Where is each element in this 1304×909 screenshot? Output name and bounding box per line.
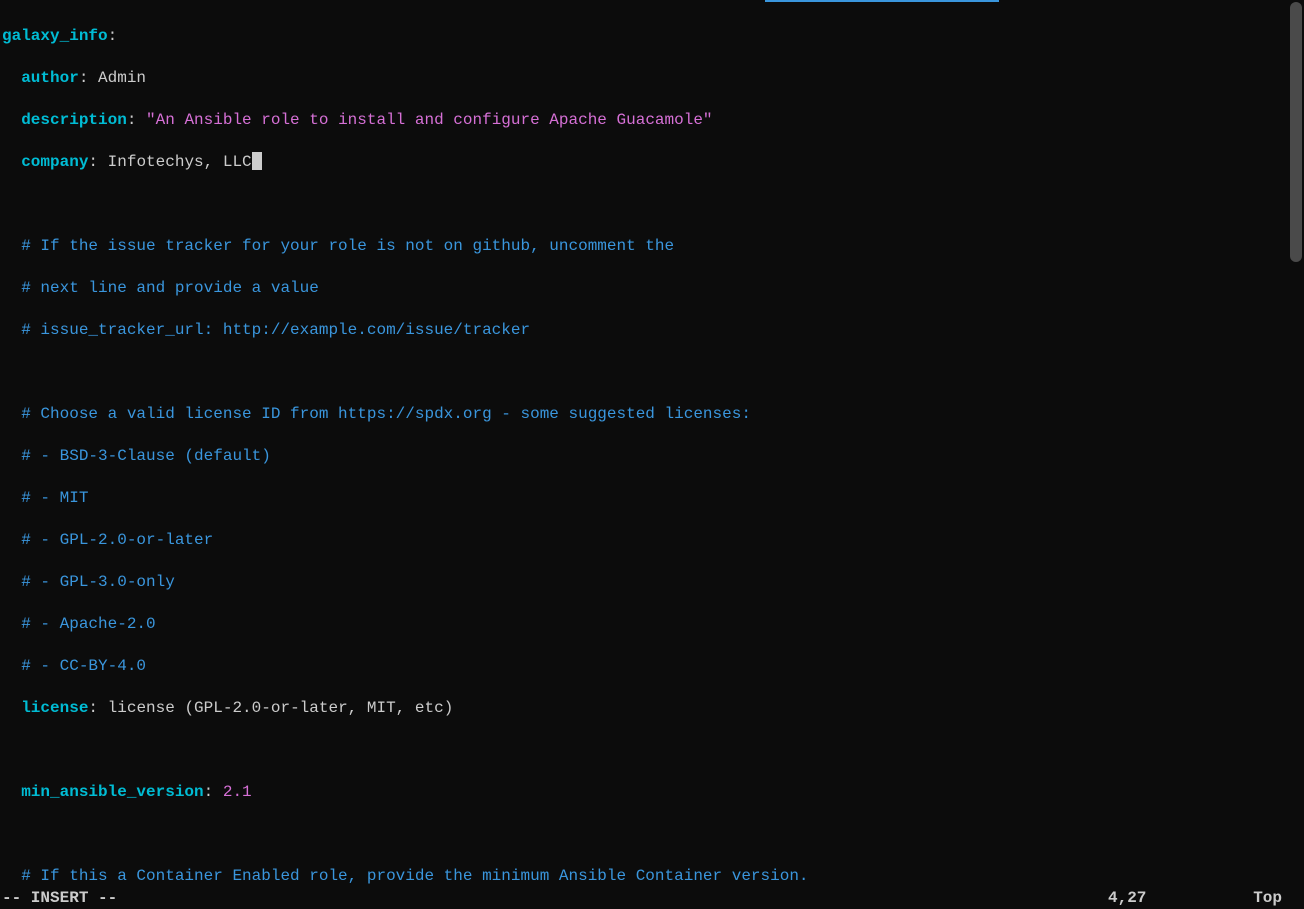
comment-line: # - GPL-3.0-only <box>0 572 1288 593</box>
blank-line <box>0 194 1288 215</box>
blank-line <box>0 824 1288 845</box>
code-line-cursor: company: Infotechys, LLC <box>0 152 1288 173</box>
blank-line <box>0 740 1288 761</box>
vertical-scrollbar[interactable] <box>1288 0 1304 909</box>
comment-line: # - GPL-2.0-or-later <box>0 530 1288 551</box>
text-cursor <box>252 152 262 170</box>
code-line: galaxy_info: <box>0 26 1288 47</box>
vim-status-bar: -- INSERT -- 4,27 Top <box>0 888 1288 909</box>
editor-content[interactable]: galaxy_info: author: Admin description: … <box>0 0 1288 888</box>
comment-line: # next line and provide a value <box>0 278 1288 299</box>
comment-line: # - Apache-2.0 <box>0 614 1288 635</box>
comment-line: # issue_tracker_url: http://example.com/… <box>0 320 1288 341</box>
cursor-position: 4,27 <box>1108 888 1248 909</box>
scroll-location: Top <box>1248 888 1288 909</box>
comment-line: # - CC-BY-4.0 <box>0 656 1288 677</box>
code-line: license: license (GPL-2.0-or-later, MIT,… <box>0 698 1288 719</box>
code-line: author: Admin <box>0 68 1288 89</box>
comment-line: # If the issue tracker for your role is … <box>0 236 1288 257</box>
comment-line: # - BSD-3-Clause (default) <box>0 446 1288 467</box>
comment-line: # If this a Container Enabled role, prov… <box>0 866 1288 887</box>
scrollbar-thumb[interactable] <box>1290 2 1302 262</box>
vim-mode-indicator: -- INSERT -- <box>2 888 1108 909</box>
code-line: description: "An Ansible role to install… <box>0 110 1288 131</box>
comment-line: # Choose a valid license ID from https:/… <box>0 404 1288 425</box>
code-line: min_ansible_version: 2.1 <box>0 782 1288 803</box>
blank-line <box>0 362 1288 383</box>
comment-line: # - MIT <box>0 488 1288 509</box>
